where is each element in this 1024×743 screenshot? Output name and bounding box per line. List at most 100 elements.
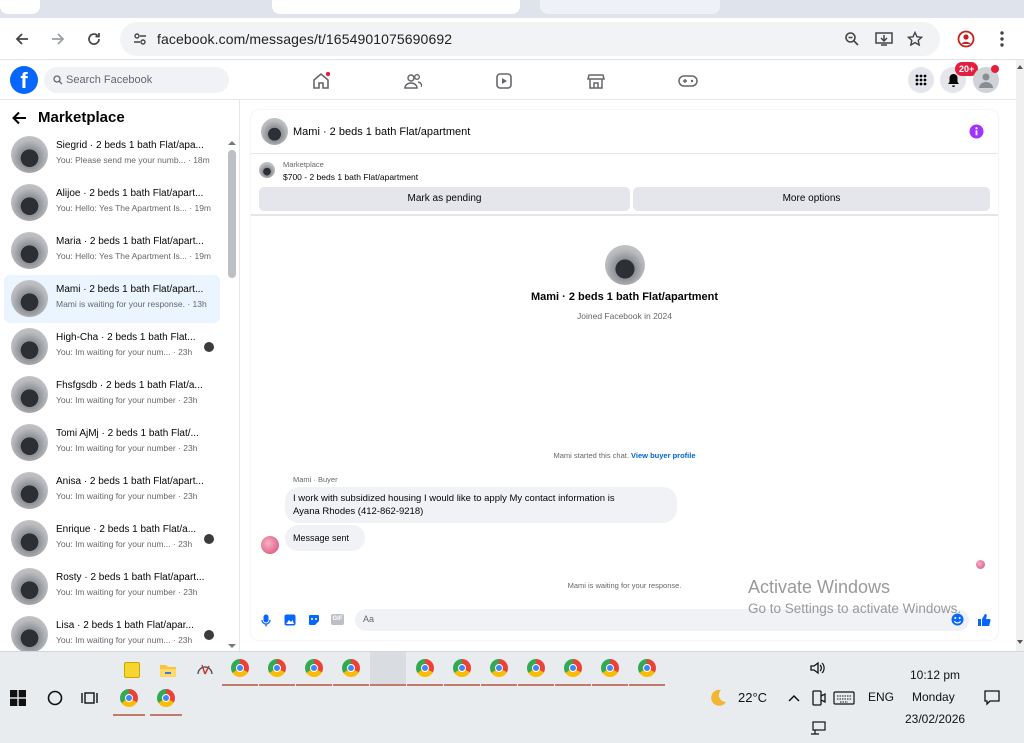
taskbar-chrome-window[interactable] <box>296 656 332 686</box>
conversation-item[interactable]: Maria · 2 beds 1 bath Flat/apart... You: … <box>4 227 220 275</box>
back-button[interactable] <box>9 26 35 52</box>
taskbar-chrome-pinned-2[interactable] <box>150 686 182 716</box>
conversation-item[interactable]: Fhsfgsdb · 2 beds 1 bath Flat/a... You: I… <box>4 371 220 419</box>
zoom-icon[interactable] <box>844 31 860 47</box>
taskbar-chrome-window[interactable] <box>629 656 665 686</box>
conversation-item[interactable]: Tomi AjMj · 2 beds 1 bath Flat/... You: I… <box>4 419 220 467</box>
conversation-preview: You: Hello: Yes The Apartment Is... · 19… <box>56 203 212 213</box>
taskbar-chrome-window[interactable] <box>518 656 554 686</box>
bookmark-star-icon[interactable] <box>907 31 923 47</box>
taskbar-chrome-window[interactable] <box>222 656 258 686</box>
clock-date[interactable]: 23/02/2026 <box>905 712 965 726</box>
taskbar-chrome-window[interactable] <box>444 656 480 686</box>
facebook-logo-icon[interactable]: f <box>10 66 38 94</box>
install-app-icon[interactable] <box>875 31 893 47</box>
scroll-down-arrow[interactable] <box>227 637 237 648</box>
browser-menu-button[interactable] <box>989 26 1015 52</box>
listing-thumbnail[interactable] <box>259 162 275 178</box>
browser-tab[interactable] <box>0 0 40 14</box>
conversation-item[interactable]: Mami · 2 beds 1 bath Flat/apart... Mami i… <box>4 275 220 323</box>
menu-button[interactable] <box>908 67 934 93</box>
chat-title[interactable]: Mami · 2 beds 1 bath Flat/apartment <box>293 126 470 138</box>
nav-marketplace[interactable] <box>585 70 607 92</box>
chat-avatar[interactable] <box>261 118 288 145</box>
chrome-icon <box>342 659 360 677</box>
show-hidden-icons-button[interactable] <box>782 686 806 710</box>
forward-button[interactable] <box>45 26 71 52</box>
reload-button[interactable] <box>81 26 107 52</box>
back-arrow-icon[interactable] <box>12 111 27 125</box>
clock-time[interactable]: 10:12 pm <box>910 668 960 682</box>
profile-button[interactable] <box>953 26 979 52</box>
conversation-item[interactable]: Anisa · 2 beds 1 bath Flat/apart... You: … <box>4 467 220 515</box>
taskbar-chrome-pinned-1[interactable] <box>113 686 145 716</box>
conversation-item[interactable]: Rosty · 2 beds 1 bath Flat/apart... You: … <box>4 563 220 611</box>
start-button[interactable] <box>6 686 30 710</box>
mark-as-pending-button[interactable]: Mark as pending <box>259 187 630 211</box>
task-view-button[interactable] <box>78 686 102 710</box>
account-avatar-button[interactable] <box>973 65 999 93</box>
taskbar-chrome-window[interactable] <box>333 656 369 686</box>
weather-button[interactable] <box>706 686 730 710</box>
conversation-time: 23h <box>183 443 198 453</box>
conversation-item[interactable]: Alijoe · 2 beds 1 bath Flat/apart... You:… <box>4 179 220 227</box>
meet-now-button[interactable] <box>806 686 830 710</box>
nav-friends[interactable] <box>402 70 424 92</box>
view-buyer-profile-link[interactable]: View buyer profile <box>631 451 695 460</box>
conversation-preview: You: Im waiting for your num... · 23h <box>56 635 193 645</box>
input-language[interactable]: ENG <box>868 690 894 704</box>
browser-tab[interactable] <box>272 0 520 14</box>
scroll-up-arrow[interactable] <box>227 134 237 145</box>
sidebar-title: Marketplace <box>38 109 125 126</box>
incoming-message[interactable]: I work with subsidized housing I would l… <box>285 487 677 523</box>
volume-button[interactable] <box>806 656 830 680</box>
sidebar-scrollbar[interactable] <box>228 150 236 278</box>
address-bar[interactable]: facebook.com/messages/t/1654901075690692 <box>120 22 940 56</box>
weather-temperature[interactable]: 22°C <box>738 690 767 705</box>
more-options-button[interactable]: More options <box>633 187 990 211</box>
clock-day[interactable]: Monday <box>912 690 955 704</box>
conversation-item[interactable]: High-Cha · 2 beds 1 bath Flat... You: Im … <box>4 323 220 371</box>
site-settings-icon[interactable] <box>133 32 147 46</box>
gif-icon[interactable]: GIF <box>331 614 344 625</box>
photo-icon[interactable] <box>284 614 296 626</box>
running-indicator <box>444 684 480 686</box>
seen-indicator-avatar <box>976 560 985 569</box>
file-explorer-button[interactable] <box>156 658 180 682</box>
action-center-button[interactable] <box>980 686 1004 710</box>
conversation-item[interactable]: Siegrid · 2 beds 1 bath Flat/apa... You: … <box>4 131 220 179</box>
sender-avatar[interactable] <box>261 536 279 554</box>
search-button[interactable] <box>43 686 67 710</box>
browser-tab[interactable] <box>540 0 720 14</box>
conversation-preview: You: Im waiting for your number · 23h <box>56 395 198 405</box>
sender-label: Mami · Buyer <box>293 475 338 484</box>
message-sent-bubble[interactable]: Message sent <box>285 525 365 551</box>
running-indicator <box>296 684 332 686</box>
touch-keyboard-button[interactable] <box>832 686 856 710</box>
nav-home[interactable] <box>310 70 332 92</box>
taskbar-chrome-window[interactable] <box>259 656 295 686</box>
url-text[interactable]: facebook.com/messages/t/1654901075690692 <box>157 31 452 47</box>
snipping-tool-button[interactable] <box>193 658 217 682</box>
profile-avatar[interactable] <box>605 245 645 285</box>
page-scrollbar[interactable] <box>1016 60 1024 651</box>
search-facebook-input[interactable]: Search Facebook <box>44 67 229 93</box>
like-thumb-icon[interactable] <box>977 613 991 627</box>
network-icon <box>811 721 826 735</box>
taskbar-chrome-window[interactable] <box>407 656 443 686</box>
arrow-right-icon <box>52 33 65 45</box>
listing-title[interactable]: $700 - 2 beds 1 bath Flat/apartment <box>283 172 418 182</box>
network-button[interactable] <box>806 716 830 740</box>
nav-video[interactable] <box>493 70 515 92</box>
sticky-notes-button[interactable] <box>120 658 144 682</box>
conversation-item[interactable]: Enrique · 2 beds 1 bath Flat/a... You: Im… <box>4 515 220 563</box>
microphone-icon[interactable] <box>261 614 271 627</box>
sticker-icon[interactable] <box>308 614 320 626</box>
taskbar-chrome-window[interactable] <box>555 656 591 686</box>
info-icon[interactable] <box>969 124 984 139</box>
taskbar-chrome-window[interactable] <box>481 656 517 686</box>
chat-started-text: Mami started this chat. <box>553 451 629 460</box>
nav-gaming[interactable] <box>677 70 699 92</box>
conversation-item[interactable]: Lisa · 2 beds 1 bath Flat/apar... You: Im… <box>4 611 220 651</box>
taskbar-chrome-window[interactable] <box>592 656 628 686</box>
